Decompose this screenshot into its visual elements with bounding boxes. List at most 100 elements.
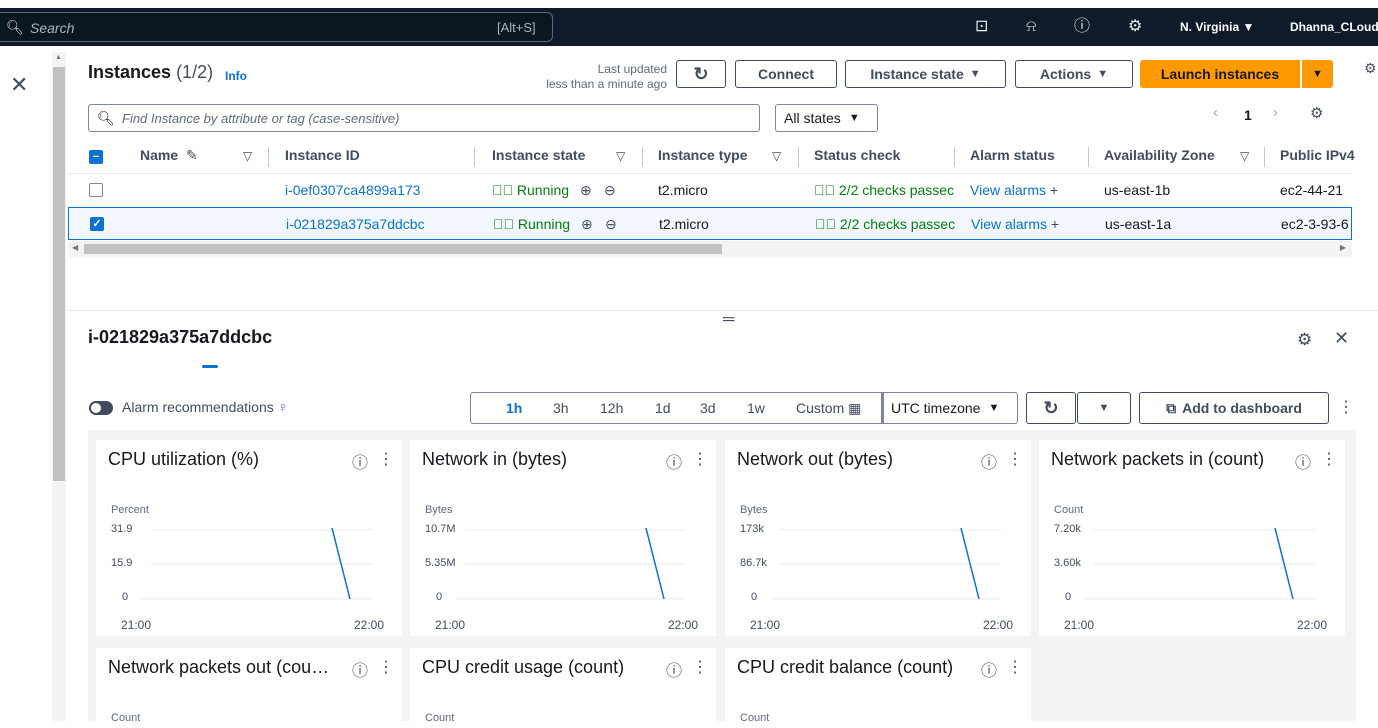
status-check: ✓⃝ 2/2 checks passec bbox=[815, 216, 956, 232]
add-to-dashboard-button[interactable]: ⧉ Add to dashboard bbox=[1139, 392, 1329, 424]
column-header-instance-id[interactable]: Instance ID bbox=[285, 147, 360, 163]
calendar-icon: ▦ bbox=[848, 400, 862, 416]
range-1h[interactable]: 1h bbox=[506, 400, 522, 416]
more-options-icon[interactable]: ⋮ bbox=[378, 657, 394, 677]
account-menu[interactable]: Dhanna_CLoud bbox=[1290, 20, 1378, 34]
alarm-recommendations-toggle[interactable] bbox=[89, 401, 113, 415]
zoom-out-icon[interactable]: ⊖ bbox=[604, 182, 616, 199]
scrollbar-thumb[interactable] bbox=[53, 67, 65, 481]
table-row[interactable]: ✓ i-021829a375a7ddcbc ✓⃝ Running ⊕ ⊖ t2.… bbox=[68, 207, 1352, 240]
column-header-public-ipv4[interactable]: Public IPv4 bbox=[1280, 147, 1355, 163]
column-header-instance-state[interactable]: Instance state bbox=[492, 147, 585, 163]
connect-button[interactable]: Connect bbox=[735, 60, 837, 88]
range-12h[interactable]: 12h bbox=[600, 400, 623, 416]
metric-title: CPU credit usage (count) bbox=[422, 657, 625, 677]
states-filter-select[interactable]: All states ▼ bbox=[775, 104, 878, 132]
panel-settings-gear-icon[interactable]: ⚙ bbox=[1297, 330, 1312, 350]
column-header-name[interactable]: Name bbox=[140, 147, 178, 163]
help-icon[interactable]: ⓘ bbox=[1074, 17, 1090, 37]
search-shortcut: [Alt+S] bbox=[497, 20, 536, 35]
side-panel-gear-icon[interactable]: ⚙ bbox=[1364, 60, 1377, 77]
region-selector[interactable]: N. Virginia ▼ bbox=[1180, 20, 1254, 34]
prev-page-icon[interactable]: ‹ bbox=[1213, 104, 1218, 121]
row-checkbox[interactable]: ✓ bbox=[90, 217, 104, 231]
view-alarms-link[interactable]: View alarms + bbox=[970, 182, 1058, 198]
scroll-up-icon[interactable]: ▲ bbox=[55, 54, 62, 61]
select-all-checkbox[interactable]: − bbox=[89, 150, 103, 164]
column-header-availability-zone[interactable]: Availability Zone bbox=[1104, 147, 1215, 163]
more-options-icon[interactable]: ⋮ bbox=[692, 657, 708, 677]
view-alarms-link[interactable]: View alarms + bbox=[971, 216, 1059, 232]
details-title: i-021829a375a7ddcbc bbox=[88, 327, 273, 347]
sort-icon[interactable]: ▽ bbox=[243, 149, 252, 163]
instance-state-label: Instance state bbox=[870, 66, 964, 82]
more-options-icon[interactable]: ⋮ bbox=[1338, 397, 1354, 417]
metric-card: CPU utilization (%) ⓘ ⋮ Percent 31.9 15.9 0 21:… bbox=[96, 440, 402, 636]
refresh-button[interactable]: ↻ bbox=[676, 60, 726, 88]
zoom-in-icon[interactable]: ⊕ bbox=[581, 216, 593, 233]
instance-state-running: ✓⃝ Running bbox=[492, 182, 570, 198]
time-range-selector[interactable]: 1h 3h 12h 1d 3d 1w Custom ▦ bbox=[470, 392, 884, 424]
settings-gear-icon[interactable]: ⚙ bbox=[1128, 17, 1142, 37]
table-row[interactable]: i-0ef0307ca4899a173 ✓⃝ Running ⊕ ⊖ t2.mi… bbox=[68, 173, 1352, 206]
timezone-select[interactable]: UTC timezone ▼ bbox=[882, 392, 1018, 424]
scrollbar-thumb[interactable] bbox=[84, 244, 722, 254]
resize-handle-icon[interactable]: ═ bbox=[723, 311, 734, 329]
instance-id-link[interactable]: i-021829a375a7ddcbc bbox=[286, 216, 425, 232]
refresh-interval-dropdown[interactable]: ▼ bbox=[1077, 392, 1131, 424]
top-navigation-bar: 🔍︎ Search [Alt+S] ⊡ ⍾ ⓘ ⚙ N. Virginia ▼ … bbox=[0, 8, 1378, 46]
plus-icon[interactable]: + bbox=[1050, 182, 1058, 198]
column-header-status-check[interactable]: Status check bbox=[814, 147, 900, 163]
vertical-scrollbar[interactable]: ▲ bbox=[52, 52, 66, 721]
instance-state-button[interactable]: Instance state ▼ bbox=[845, 60, 1006, 88]
more-options-icon[interactable]: ⋮ bbox=[1007, 657, 1023, 677]
launch-dropdown-button[interactable]: ▼ bbox=[1302, 60, 1333, 88]
metrics-refresh-button[interactable]: ↻ bbox=[1026, 392, 1076, 424]
close-panel-icon[interactable]: ✕ bbox=[1334, 328, 1349, 349]
info-icon[interactable]: ⓘ bbox=[352, 657, 368, 681]
launch-instances-button[interactable]: Launch instances bbox=[1140, 60, 1300, 88]
info-icon[interactable]: ⓘ bbox=[981, 657, 997, 681]
global-search-input[interactable]: 🔍︎ Search [Alt+S] bbox=[0, 12, 553, 42]
zoom-in-icon[interactable]: ⊕ bbox=[580, 182, 592, 199]
column-header-instance-type[interactable]: Instance type bbox=[658, 147, 747, 163]
info-link[interactable]: Info bbox=[225, 69, 247, 83]
metric-title: CPU credit balance (count) bbox=[737, 657, 954, 677]
instance-filter-input[interactable]: 🔍︎ Find Instance by attribute or tag (ca… bbox=[88, 104, 760, 132]
next-page-icon[interactable]: › bbox=[1273, 104, 1278, 121]
horizontal-scrollbar[interactable]: ◀ ▶ bbox=[68, 241, 1352, 257]
notifications-bell-icon[interactable]: ⍾ bbox=[1026, 17, 1037, 37]
table-header: − Name ✎ ▽ Instance ID Instance state ▽ … bbox=[68, 142, 1355, 172]
range-custom[interactable]: Custom ▦ bbox=[796, 400, 861, 417]
lightbulb-icon: ♀ bbox=[277, 399, 289, 415]
column-header-alarm-status[interactable]: Alarm status bbox=[970, 147, 1055, 163]
scroll-right-icon[interactable]: ▶ bbox=[1340, 243, 1346, 252]
current-page[interactable]: 1 bbox=[1244, 107, 1252, 123]
connect-label: Connect bbox=[758, 66, 814, 82]
row-checkbox[interactable] bbox=[89, 183, 103, 197]
metrics-dashboard: CPU utilization (%) ⓘ ⋮ Percent 31.9 15.9 0 21:… bbox=[88, 430, 1356, 728]
caret-down-icon: ▼ bbox=[1097, 68, 1109, 80]
sort-icon[interactable]: ▽ bbox=[772, 149, 781, 163]
info-icon[interactable]: ⓘ bbox=[666, 657, 682, 681]
scroll-left-icon[interactable]: ◀ bbox=[72, 243, 78, 252]
cloudshell-icon[interactable]: ⊡ bbox=[975, 17, 988, 37]
add-to-dashboard-label: Add to dashboard bbox=[1182, 400, 1302, 416]
range-3h[interactable]: 3h bbox=[553, 400, 569, 416]
page-title: Instances (1/2) bbox=[88, 62, 214, 82]
metric-card: Network out (bytes) ⓘ ⋮ Bytes 173k 86.7k 0 21:0… bbox=[725, 440, 1031, 636]
range-1w[interactable]: 1w bbox=[747, 400, 765, 416]
refresh-icon: ↻ bbox=[693, 63, 709, 84]
range-1d[interactable]: 1d bbox=[655, 400, 671, 416]
sort-icon[interactable]: ▽ bbox=[1240, 149, 1249, 163]
instance-id-link[interactable]: i-0ef0307ca4899a173 bbox=[285, 182, 420, 198]
plus-icon[interactable]: + bbox=[1051, 216, 1059, 232]
zoom-out-icon[interactable]: ⊖ bbox=[605, 216, 617, 233]
filter-placeholder: Find Instance by attribute or tag (case-… bbox=[122, 111, 400, 126]
range-3d[interactable]: 3d bbox=[700, 400, 716, 416]
sort-icon[interactable]: ▽ bbox=[616, 149, 625, 163]
actions-button[interactable]: Actions ▼ bbox=[1015, 60, 1133, 88]
availability-zone: us-east-1a bbox=[1105, 216, 1172, 232]
table-preferences-gear-icon[interactable]: ⚙ bbox=[1310, 104, 1323, 122]
close-panel-icon[interactable]: ✕ bbox=[10, 72, 28, 98]
